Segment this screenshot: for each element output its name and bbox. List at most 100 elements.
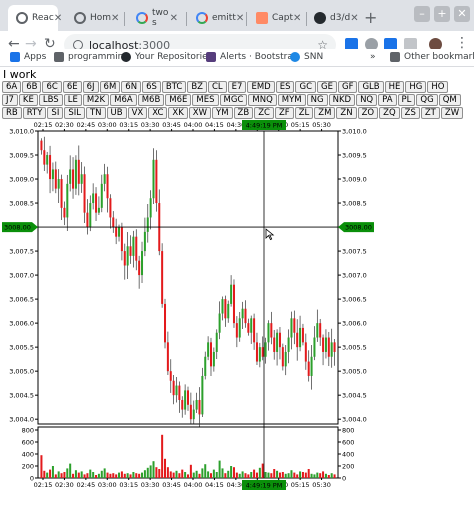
symbol-button-ke[interactable]: KE (18, 94, 38, 106)
symbol-button-mgc[interactable]: MGC (219, 94, 248, 106)
symbol-button-6e[interactable]: 6E (62, 81, 82, 93)
y-tick-label-right: 3,004.5 (342, 392, 367, 400)
close-icon[interactable]: ✕ (111, 13, 119, 24)
candle-body (218, 313, 221, 333)
tab-react[interactable]: Reac ✕ (8, 5, 62, 31)
symbol-button-pl[interactable]: PL (397, 94, 416, 106)
symbol-button-glb[interactable]: GLB (358, 81, 384, 93)
candle-body (92, 193, 95, 204)
bookmark-bootstrap[interactable]: Alerts · Bootstrap (206, 52, 299, 62)
symbol-button-lbs[interactable]: LBS (38, 94, 63, 106)
candle-body (60, 179, 63, 208)
bookmark-apps[interactable]: Apps (10, 52, 46, 62)
volume-bar (95, 475, 98, 478)
candle-body (97, 207, 100, 213)
symbol-button-m2k[interactable]: M2K (82, 94, 110, 106)
tab-label: two s (152, 8, 169, 28)
tab-d3[interactable]: d3/d ✕ (306, 5, 362, 31)
close-icon[interactable]: ✕ (293, 13, 301, 24)
bookmark-repositories[interactable]: Your Repositories (121, 52, 212, 62)
symbol-button-btc[interactable]: BTC (161, 81, 187, 93)
close-icon[interactable]: ✕ (236, 13, 244, 24)
symbol-button-hg[interactable]: HG (405, 81, 427, 93)
symbol-button-ge[interactable]: GE (317, 81, 337, 93)
chrome-icon (74, 12, 86, 24)
symbol-button-qg[interactable]: QG (416, 94, 438, 106)
symbol-button-zs[interactable]: ZS (400, 107, 420, 119)
symbol-button-6m[interactable]: 6M (99, 81, 121, 93)
minimize-icon[interactable]: – (414, 6, 430, 22)
candle-body (89, 203, 92, 228)
candle-body (304, 342, 307, 362)
symbol-button-cl[interactable]: CL (208, 81, 227, 93)
symbol-button-le[interactable]: LE (63, 94, 82, 106)
volume-bar (129, 474, 132, 478)
candlestick-chart-svg[interactable]: 3,010.0 3,010.0 3,009.5 3,009.5 3,009.0 3,009… (2, 118, 374, 491)
window-close-icon[interactable]: ✕ (454, 6, 470, 22)
symbol-button-qm[interactable]: QM (438, 94, 461, 106)
tab-emitt[interactable]: emitt ✕ (188, 5, 244, 31)
close-icon[interactable]: ✕ (170, 13, 178, 24)
symbol-button-pa[interactable]: PA (378, 94, 397, 106)
symbol-button-6j[interactable]: 6J (82, 81, 99, 93)
volume-bar (77, 472, 80, 478)
capture-icon (256, 12, 268, 24)
symbol-button-emd[interactable]: EMD (247, 81, 275, 93)
candle-body (207, 342, 210, 357)
close-icon[interactable]: ✕ (54, 13, 62, 24)
candle-body (80, 174, 83, 184)
tab-label: emitt (212, 13, 236, 23)
symbol-button-mym[interactable]: MYM (277, 94, 306, 106)
price-chart[interactable]: 3,010.0 3,010.0 3,009.5 3,009.5 3,009.0 3,009… (2, 118, 374, 491)
candle-body (63, 207, 66, 218)
symbol-button-e7[interactable]: E7 (227, 81, 247, 93)
maximize-icon[interactable]: + (434, 6, 450, 22)
close-icon[interactable]: ✕ (350, 13, 358, 24)
symbol-button-nkd[interactable]: NKD (328, 94, 356, 106)
tab-capt[interactable]: Capt ✕ (248, 5, 304, 31)
tab-divider (124, 12, 125, 26)
symbol-button-he[interactable]: HE (384, 81, 405, 93)
google-icon (136, 12, 148, 24)
x-tick-label-bottom: 04:15 (205, 481, 224, 489)
symbol-button-6n[interactable]: 6N (121, 81, 142, 93)
y-tick-label-left: 3,004.5 (9, 392, 34, 400)
symbol-button-j7[interactable]: J7 (2, 94, 18, 106)
symbol-button-6b[interactable]: 6B (22, 81, 42, 93)
symbol-button-6a[interactable]: 6A (2, 81, 22, 93)
symbol-button-ho[interactable]: HO (427, 81, 449, 93)
symbol-button-6s[interactable]: 6S (142, 81, 161, 93)
bookmark-other[interactable]: Other bookmarks (390, 52, 474, 62)
tab-two-s[interactable]: two s ✕ (128, 5, 184, 31)
volume-bar (313, 474, 316, 478)
price-plot-frame (37, 130, 339, 425)
symbol-button-es[interactable]: ES (275, 81, 295, 93)
candle-body (224, 299, 227, 319)
volume-bar (100, 470, 103, 478)
symbol-button-zw[interactable]: ZW (440, 107, 464, 119)
symbol-button-mnq[interactable]: MNQ (248, 94, 277, 106)
symbol-button-m6a[interactable]: M6A (110, 94, 137, 106)
candle-body (181, 399, 184, 410)
symbol-button-mes[interactable]: MES (192, 94, 219, 106)
symbol-button-nq[interactable]: NQ (356, 94, 378, 106)
y-tick-label-left: 3,009.5 (9, 152, 34, 160)
new-tab-button[interactable]: + (364, 8, 377, 27)
bookmarks-overflow[interactable]: » (370, 52, 376, 62)
crosshair-time-label-top: 4:49:19 PM (246, 122, 283, 130)
symbol-button-zq[interactable]: ZQ (379, 107, 400, 119)
candle-body (51, 169, 54, 180)
symbol-button-m6b[interactable]: M6B (137, 94, 165, 106)
symbol-button-6c[interactable]: 6C (42, 81, 62, 93)
symbol-button-ng[interactable]: NG (306, 94, 328, 106)
bookmark-programmin[interactable]: programmin (54, 52, 123, 62)
symbol-button-gf[interactable]: GF (337, 81, 358, 93)
candle-body (261, 347, 264, 357)
symbol-button-bz[interactable]: BZ (187, 81, 207, 93)
bookmark-snn[interactable]: SNN (290, 52, 323, 62)
symbol-button-m6e[interactable]: M6E (165, 94, 192, 106)
symbol-button-gc[interactable]: GC (295, 81, 317, 93)
symbol-button-zt[interactable]: ZT (420, 107, 440, 119)
tab-home[interactable]: Hom ✕ (66, 5, 122, 31)
candle-body (212, 351, 215, 367)
